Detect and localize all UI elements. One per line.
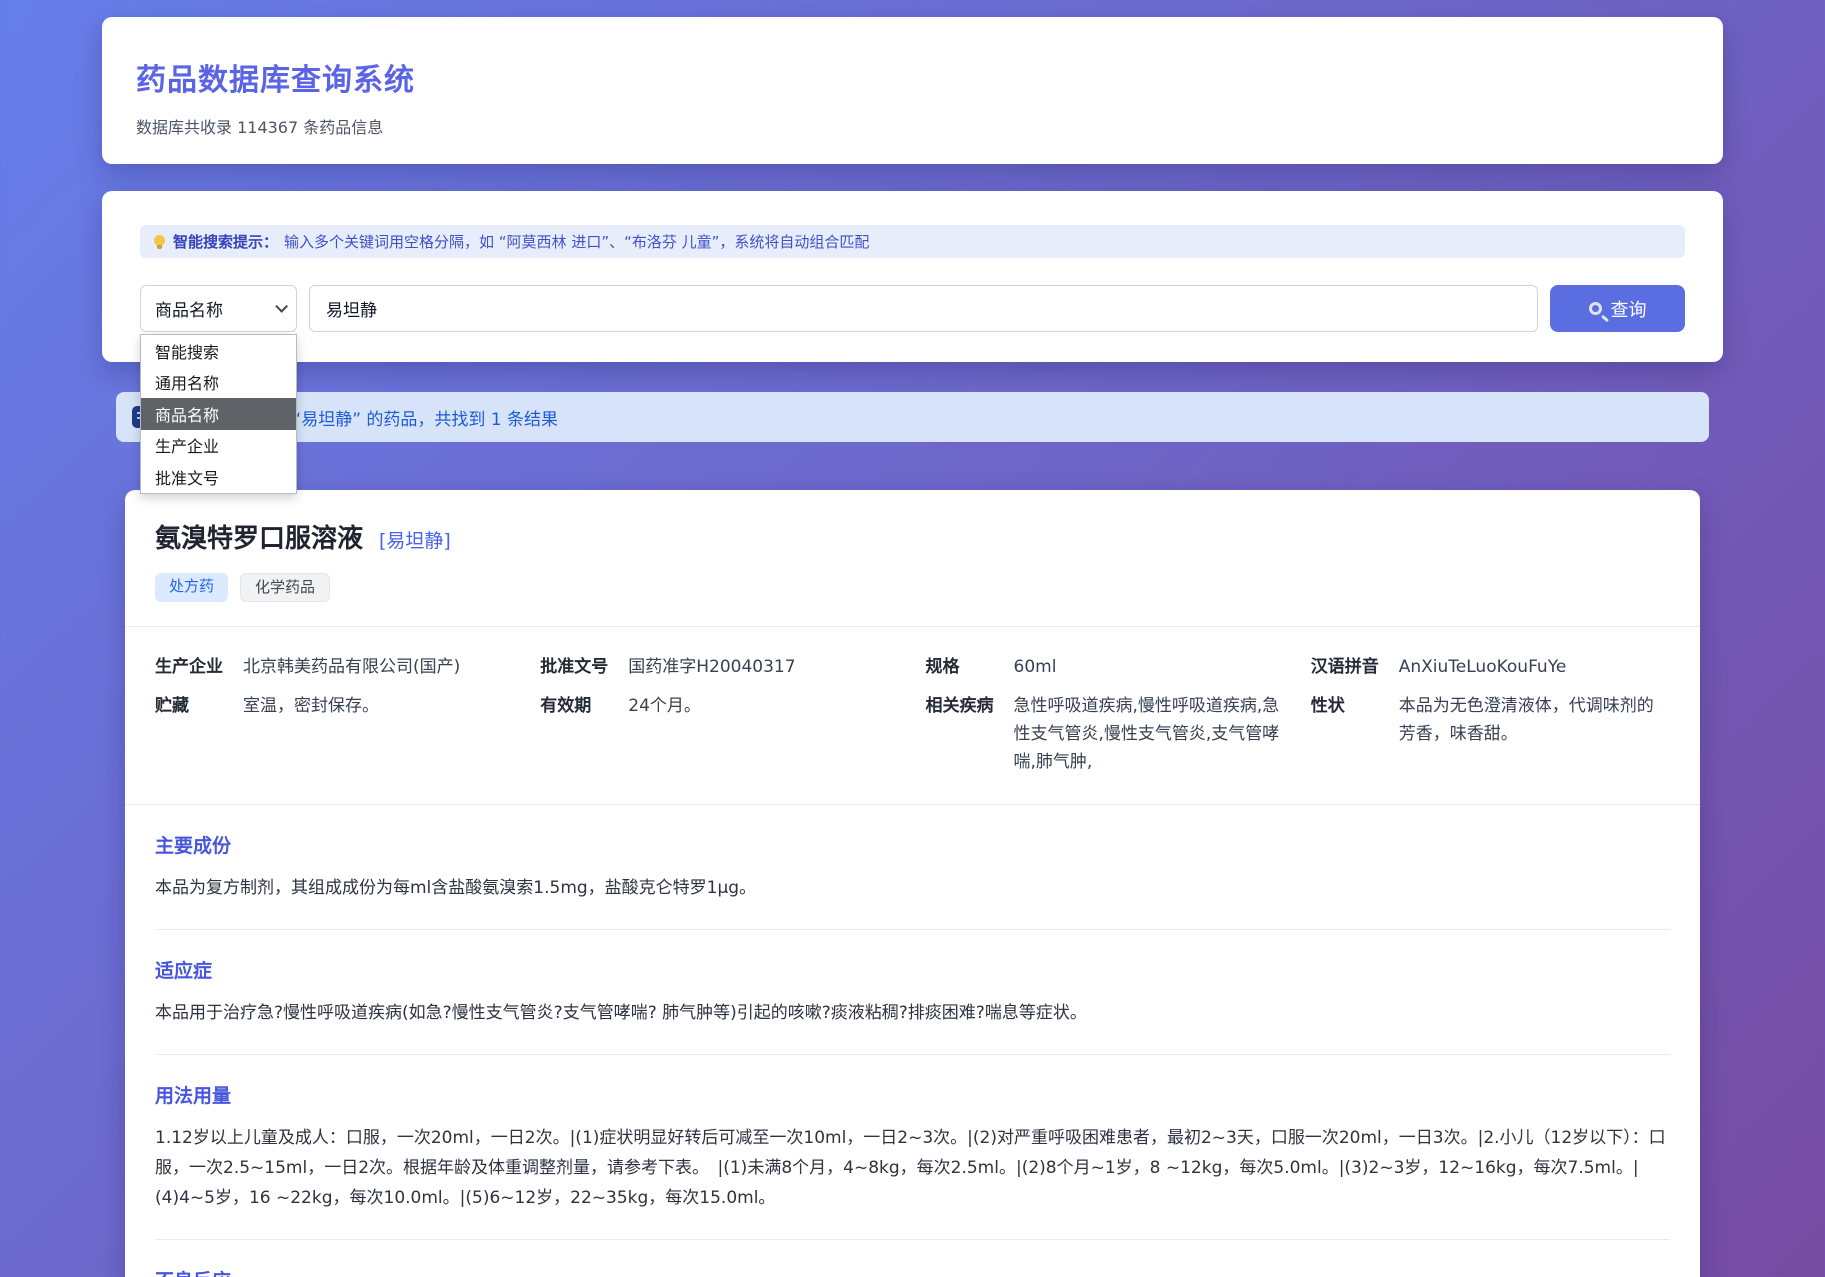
dropdown-option-generic-name[interactable]: 通用名称 [141, 367, 296, 399]
drug-title-section: 氨溴特罗口服溶液 [易坦静] 处方药 化学药品 [125, 490, 1700, 626]
detail-value: 本品为无色澄清液体，代调味剂的芳香，味香甜。 [1399, 692, 1670, 748]
search-card: 智能搜索提示： 输入多个关键词用空格分隔，如 “阿莫西林 进口”、“布洛芬 儿童… [102, 191, 1723, 362]
drug-name: 氨溴特罗口服溶液 [155, 518, 363, 555]
drug-tags: 处方药 化学药品 [155, 573, 1670, 602]
chemical-drug-badge: 化学药品 [240, 573, 330, 602]
detail-value: 24个月。 [628, 692, 899, 720]
chevron-down-icon [275, 300, 288, 313]
detail-value: 室温，密封保存。 [243, 692, 514, 720]
detail-label: 相关疾病 [926, 692, 1014, 720]
drug-brand-alias: [易坦静] [379, 526, 451, 553]
detail-label: 批准文号 [540, 653, 628, 681]
detail-label: 贮藏 [155, 692, 243, 720]
search-icon [1589, 302, 1602, 315]
header-card: 药品数据库查询系统 数据库共收录 114367 条药品信息 [102, 17, 1723, 164]
detail-label: 有效期 [540, 692, 628, 720]
detail-appearance: 性状 本品为无色澄清液体，代调味剂的芳香，味香甜。 [1311, 692, 1670, 776]
detail-approval-number: 批准文号 国药准字H20040317 [540, 653, 899, 681]
search-type-selected-value: 商品名称 [155, 296, 275, 321]
lightbulb-icon [154, 235, 165, 246]
search-form: 商品名称 查询 [140, 285, 1685, 332]
section-title: 用法用量 [155, 1081, 1670, 1108]
prescription-badge: 处方药 [155, 573, 228, 602]
database-count-subtitle: 数据库共收录 114367 条药品信息 [136, 114, 1689, 138]
search-input[interactable] [309, 285, 1538, 332]
section-title: 适应症 [155, 956, 1670, 983]
dropdown-option-approval-number[interactable]: 批准文号 [141, 461, 296, 493]
page-background: { "header": { "title": "药品数据库查询系统", "sub… [0, 17, 1825, 1277]
results-summary-bar: 商品名称中包含 “易坦静” 的药品，共找到 1 条结果 [116, 392, 1709, 442]
drug-details-grid: 生产企业 北京韩美药品有限公司(国产) 批准文号 国药准字H20040317 规… [125, 626, 1700, 804]
detail-value: 60ml [1014, 653, 1285, 681]
detail-pinyin: 汉语拼音 AnXiuTeLuoKouFuYe [1311, 653, 1670, 681]
section-text: 1.12岁以上儿童及成人：口服，一次20ml，一日2次。|(1)症状明显好转后可… [155, 1123, 1670, 1213]
drug-result-card: 氨溴特罗口服溶液 [易坦静] 处方药 化学药品 生产企业 北京韩美药品有限公司(… [125, 490, 1700, 1277]
section-title: 主要成份 [155, 831, 1670, 858]
search-type-dropdown: 智能搜索 通用名称 商品名称 生产企业 批准文号 [140, 334, 297, 494]
detail-shelf-life: 有效期 24个月。 [540, 692, 899, 776]
detail-label: 性状 [1311, 692, 1399, 720]
section-dosage: 用法用量 1.12岁以上儿童及成人：口服，一次20ml，一日2次。|(1)症状明… [155, 1055, 1670, 1240]
dropdown-option-product-name[interactable]: 商品名称 [141, 398, 296, 430]
search-button-label: 查询 [1611, 296, 1647, 322]
detail-value: 北京韩美药品有限公司(国产) [243, 653, 514, 681]
section-text: 本品用于治疗急?慢性呼吸道疾病(如急?慢性支气管炎?支气管哮喘? 肺气肿等)引起… [155, 998, 1670, 1028]
detail-storage: 贮藏 室温，密封保存。 [155, 692, 514, 776]
dropdown-option-manufacturer[interactable]: 生产企业 [141, 430, 296, 462]
smart-search-tip: 智能搜索提示： 输入多个关键词用空格分隔，如 “阿莫西林 进口”、“布洛芬 儿童… [140, 225, 1685, 258]
page-title: 药品数据库查询系统 [136, 55, 1689, 99]
tip-text: 输入多个关键词用空格分隔，如 “阿莫西林 进口”、“布洛芬 儿童”，系统将自动组… [284, 231, 869, 252]
section-adverse-reactions: 不良反应 1.精神神经系统：偶见头痛手颤嗜睡不安头晕失眠四肢麻木等。|2.循环系… [155, 1240, 1670, 1277]
drug-info-sections: 主要成份 本品为复方制剂，其组成成份为每ml含盐酸氨溴索1.5mg，盐酸克仑特罗… [125, 804, 1700, 1277]
detail-manufacturer: 生产企业 北京韩美药品有限公司(国产) [155, 653, 514, 681]
detail-value: AnXiuTeLuoKouFuYe [1399, 653, 1670, 681]
search-button[interactable]: 查询 [1550, 285, 1685, 332]
detail-label: 规格 [926, 653, 1014, 681]
detail-related-diseases: 相关疾病 急性呼吸道疾病,慢性呼吸道疾病,急性支气管炎,慢性支气管炎,支气管哮喘… [926, 692, 1285, 776]
dropdown-option-smart-search[interactable]: 智能搜索 [141, 335, 296, 367]
section-main-ingredients: 主要成份 本品为复方制剂，其组成成份为每ml含盐酸氨溴索1.5mg，盐酸克仑特罗… [155, 805, 1670, 930]
tip-label: 智能搜索提示： [173, 231, 278, 252]
section-indications: 适应症 本品用于治疗急?慢性呼吸道疾病(如急?慢性支气管炎?支气管哮喘? 肺气肿… [155, 930, 1670, 1055]
detail-label: 汉语拼音 [1311, 653, 1399, 681]
detail-specification: 规格 60ml [926, 653, 1285, 681]
detail-value: 国药准字H20040317 [628, 653, 899, 681]
section-title: 不良反应 [155, 1266, 1670, 1277]
detail-value: 急性呼吸道疾病,慢性呼吸道疾病,急性支气管炎,慢性支气管炎,支气管哮喘,肺气肿, [1014, 692, 1285, 776]
detail-label: 生产企业 [155, 653, 243, 681]
section-text: 本品为复方制剂，其组成成份为每ml含盐酸氨溴索1.5mg，盐酸克仑特罗1μg。 [155, 873, 1670, 903]
search-type-select[interactable]: 商品名称 [140, 285, 297, 332]
